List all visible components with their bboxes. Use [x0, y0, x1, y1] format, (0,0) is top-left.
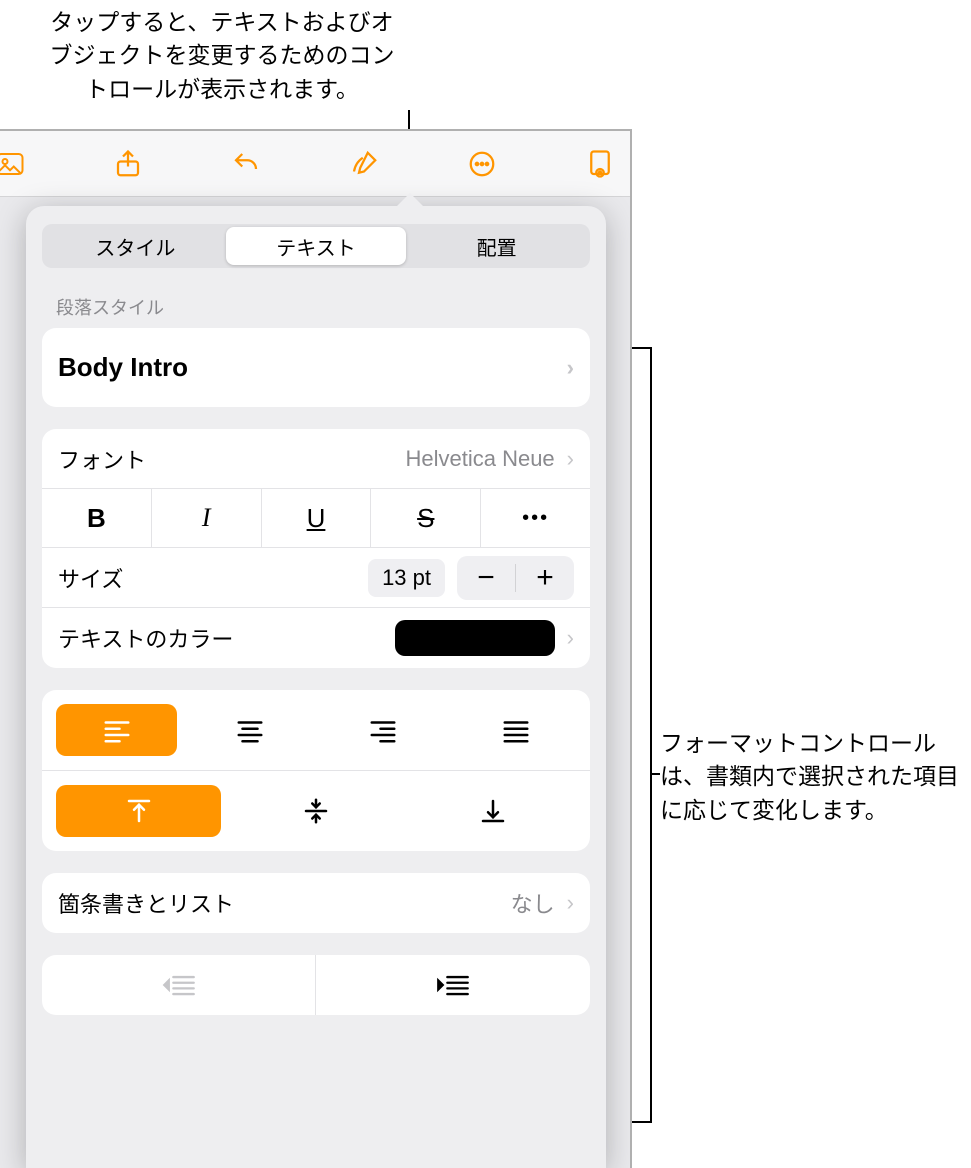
share-icon[interactable] — [106, 142, 150, 186]
size-value[interactable]: 13 pt — [368, 559, 445, 597]
align-left-button[interactable] — [56, 704, 177, 756]
size-row: サイズ 13 pt − + — [42, 548, 590, 608]
callout-right-text: フォーマットコントロールは、書類内で選択された項目に応じて変化します。 — [660, 727, 965, 827]
chevron-right-icon: › — [567, 890, 574, 916]
more-text-options-button[interactable]: ••• — [481, 489, 590, 547]
size-decrease-button[interactable]: − — [457, 556, 515, 600]
font-label: フォント — [58, 443, 146, 475]
align-justify-button[interactable] — [455, 704, 576, 756]
text-color-row[interactable]: テキストのカラー › — [42, 608, 590, 668]
format-tabs: スタイル テキスト 配置 — [42, 224, 590, 268]
media-icon[interactable] — [0, 142, 32, 186]
underline-button[interactable]: U — [262, 489, 372, 547]
font-value: Helvetica Neue — [405, 446, 554, 472]
tab-text[interactable]: テキスト — [226, 227, 407, 265]
bullets-label: 箇条書きとリスト — [58, 887, 234, 919]
valign-middle-button[interactable] — [233, 785, 398, 837]
tab-arrange[interactable]: 配置 — [406, 227, 587, 265]
text-color-label: テキストのカラー — [58, 622, 233, 654]
valign-top-button[interactable] — [56, 785, 221, 837]
paragraph-style-card[interactable]: Body Intro › — [42, 328, 590, 407]
more-icon[interactable] — [460, 142, 504, 186]
font-row[interactable]: フォント Helvetica Neue › — [42, 429, 590, 489]
vertical-alignment-row — [42, 771, 590, 851]
chevron-right-icon: › — [567, 446, 574, 472]
app-toolbar — [0, 131, 630, 197]
callout-bracket-stem — [652, 773, 660, 775]
bullets-card[interactable]: 箇条書きとリスト なし › — [42, 873, 590, 933]
size-stepper: − + — [457, 556, 574, 600]
indent-card — [42, 955, 590, 1015]
undo-icon[interactable] — [224, 142, 268, 186]
italic-button[interactable]: I — [152, 489, 262, 547]
paragraph-style-section-label: 段落スタイル — [56, 294, 590, 320]
callout-bracket — [632, 347, 652, 1123]
alignment-card — [42, 690, 590, 851]
size-increase-button[interactable]: + — [516, 556, 574, 600]
bullets-value: なし — [511, 887, 555, 919]
align-center-button[interactable] — [189, 704, 310, 756]
chevron-right-icon: › — [567, 625, 574, 651]
font-card: フォント Helvetica Neue › B I U S ••• サイズ 13… — [42, 429, 590, 668]
bold-button[interactable]: B — [42, 489, 152, 547]
format-popover: スタイル テキスト 配置 段落スタイル Body Intro › フォント He… — [26, 206, 606, 1168]
text-style-buttons: B I U S ••• — [42, 489, 590, 548]
text-color-swatch[interactable] — [395, 620, 555, 656]
popover-arrow — [394, 193, 426, 209]
paragraph-style-name: Body Intro — [58, 352, 188, 383]
tab-style[interactable]: スタイル — [45, 227, 226, 265]
valign-bottom-button[interactable] — [411, 785, 576, 837]
callout-top-text: タップすると、テキストおよびオブジェクトを変更するためのコントロールが表示されま… — [42, 6, 402, 106]
align-right-button[interactable] — [322, 704, 443, 756]
format-brush-icon[interactable] — [342, 142, 386, 186]
chevron-right-icon: › — [567, 355, 574, 381]
document-view-icon[interactable] — [578, 142, 622, 186]
indent-button[interactable] — [316, 955, 590, 1015]
horizontal-alignment-row — [42, 690, 590, 771]
outdent-button[interactable] — [42, 955, 316, 1015]
strikethrough-button[interactable]: S — [371, 489, 481, 547]
device-frame: スタイル テキスト 配置 段落スタイル Body Intro › フォント He… — [0, 129, 632, 1168]
size-label: サイズ — [58, 562, 123, 594]
